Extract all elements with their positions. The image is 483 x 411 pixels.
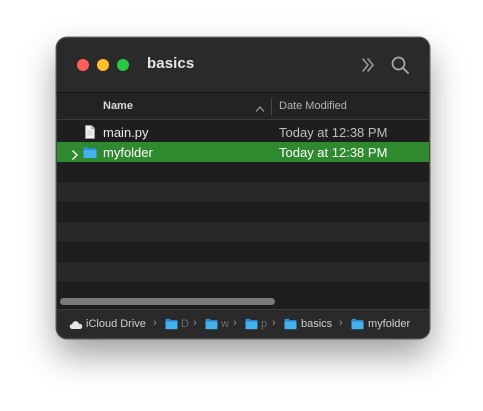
file-row-myfolder[interactable]: myfolder Today at 12:38 PM [57, 142, 429, 162]
empty-row [57, 262, 429, 282]
empty-row [57, 222, 429, 242]
file-name: myfolder [103, 145, 153, 160]
empty-row [57, 282, 429, 294]
path-separator: › [193, 317, 197, 329]
folder-icon [83, 145, 97, 159]
path-item-label: iCloud Drive [86, 318, 146, 330]
zoom-button[interactable] [117, 59, 129, 71]
close-button[interactable] [77, 59, 89, 71]
path-item-icloud-drive[interactable]: iCloud Drive [69, 318, 149, 332]
path-item-label: p [261, 318, 268, 330]
path-bar: iCloud Drive › D › w › p › basics › myfo… [57, 309, 429, 338]
path-item-w[interactable]: w [205, 318, 235, 332]
file-row-main-py[interactable]: main.py Today at 12:38 PM [57, 122, 429, 142]
folder-icon [165, 318, 178, 330]
folder-icon [351, 318, 364, 330]
minimize-button[interactable] [97, 59, 109, 71]
disclosure-chevron-icon[interactable] [71, 147, 79, 160]
folder-icon [284, 318, 297, 330]
path-separator: › [153, 317, 157, 329]
path-item-myfolder[interactable]: myfolder [351, 318, 423, 332]
double-chevron-right-icon[interactable] [357, 54, 379, 76]
empty-row [57, 162, 429, 182]
path-item-basics[interactable]: basics [284, 318, 340, 332]
document-icon [83, 125, 97, 139]
finder-window: basics Name Date Modified main.py Today … [56, 37, 430, 339]
column-header: Name Date Modified [57, 92, 429, 120]
column-name-header[interactable]: Name [103, 100, 133, 112]
column-divider[interactable] [271, 99, 272, 115]
path-separator: › [272, 317, 276, 329]
empty-row [57, 182, 429, 202]
cloud-icon [69, 321, 83, 329]
window-title: basics [147, 55, 195, 72]
file-list: main.py Today at 12:38 PM myfolder Today… [57, 122, 429, 294]
scrollbar-thumb[interactable] [60, 298, 275, 305]
file-date: Today at 12:38 PM [279, 145, 388, 160]
folder-icon [245, 318, 258, 330]
path-item-label: basics [301, 318, 333, 330]
file-date: Today at 12:38 PM [279, 125, 388, 140]
path-item-p[interactable]: p [245, 318, 269, 332]
path-item-label: myfolder [368, 318, 411, 330]
path-item-d[interactable]: D [165, 318, 193, 332]
title-bar[interactable]: basics [57, 38, 429, 92]
folder-icon [205, 318, 218, 330]
sort-ascending-icon[interactable] [255, 101, 265, 112]
horizontal-scrollbar[interactable] [57, 294, 429, 308]
path-separator: › [233, 317, 237, 329]
path-separator: › [339, 317, 343, 329]
empty-row [57, 202, 429, 222]
path-item-label: w [221, 318, 229, 330]
column-date-modified-header[interactable]: Date Modified [279, 100, 347, 112]
path-item-label: D [181, 318, 189, 330]
search-icon[interactable] [389, 54, 411, 76]
empty-row [57, 242, 429, 262]
file-name: main.py [103, 125, 149, 140]
